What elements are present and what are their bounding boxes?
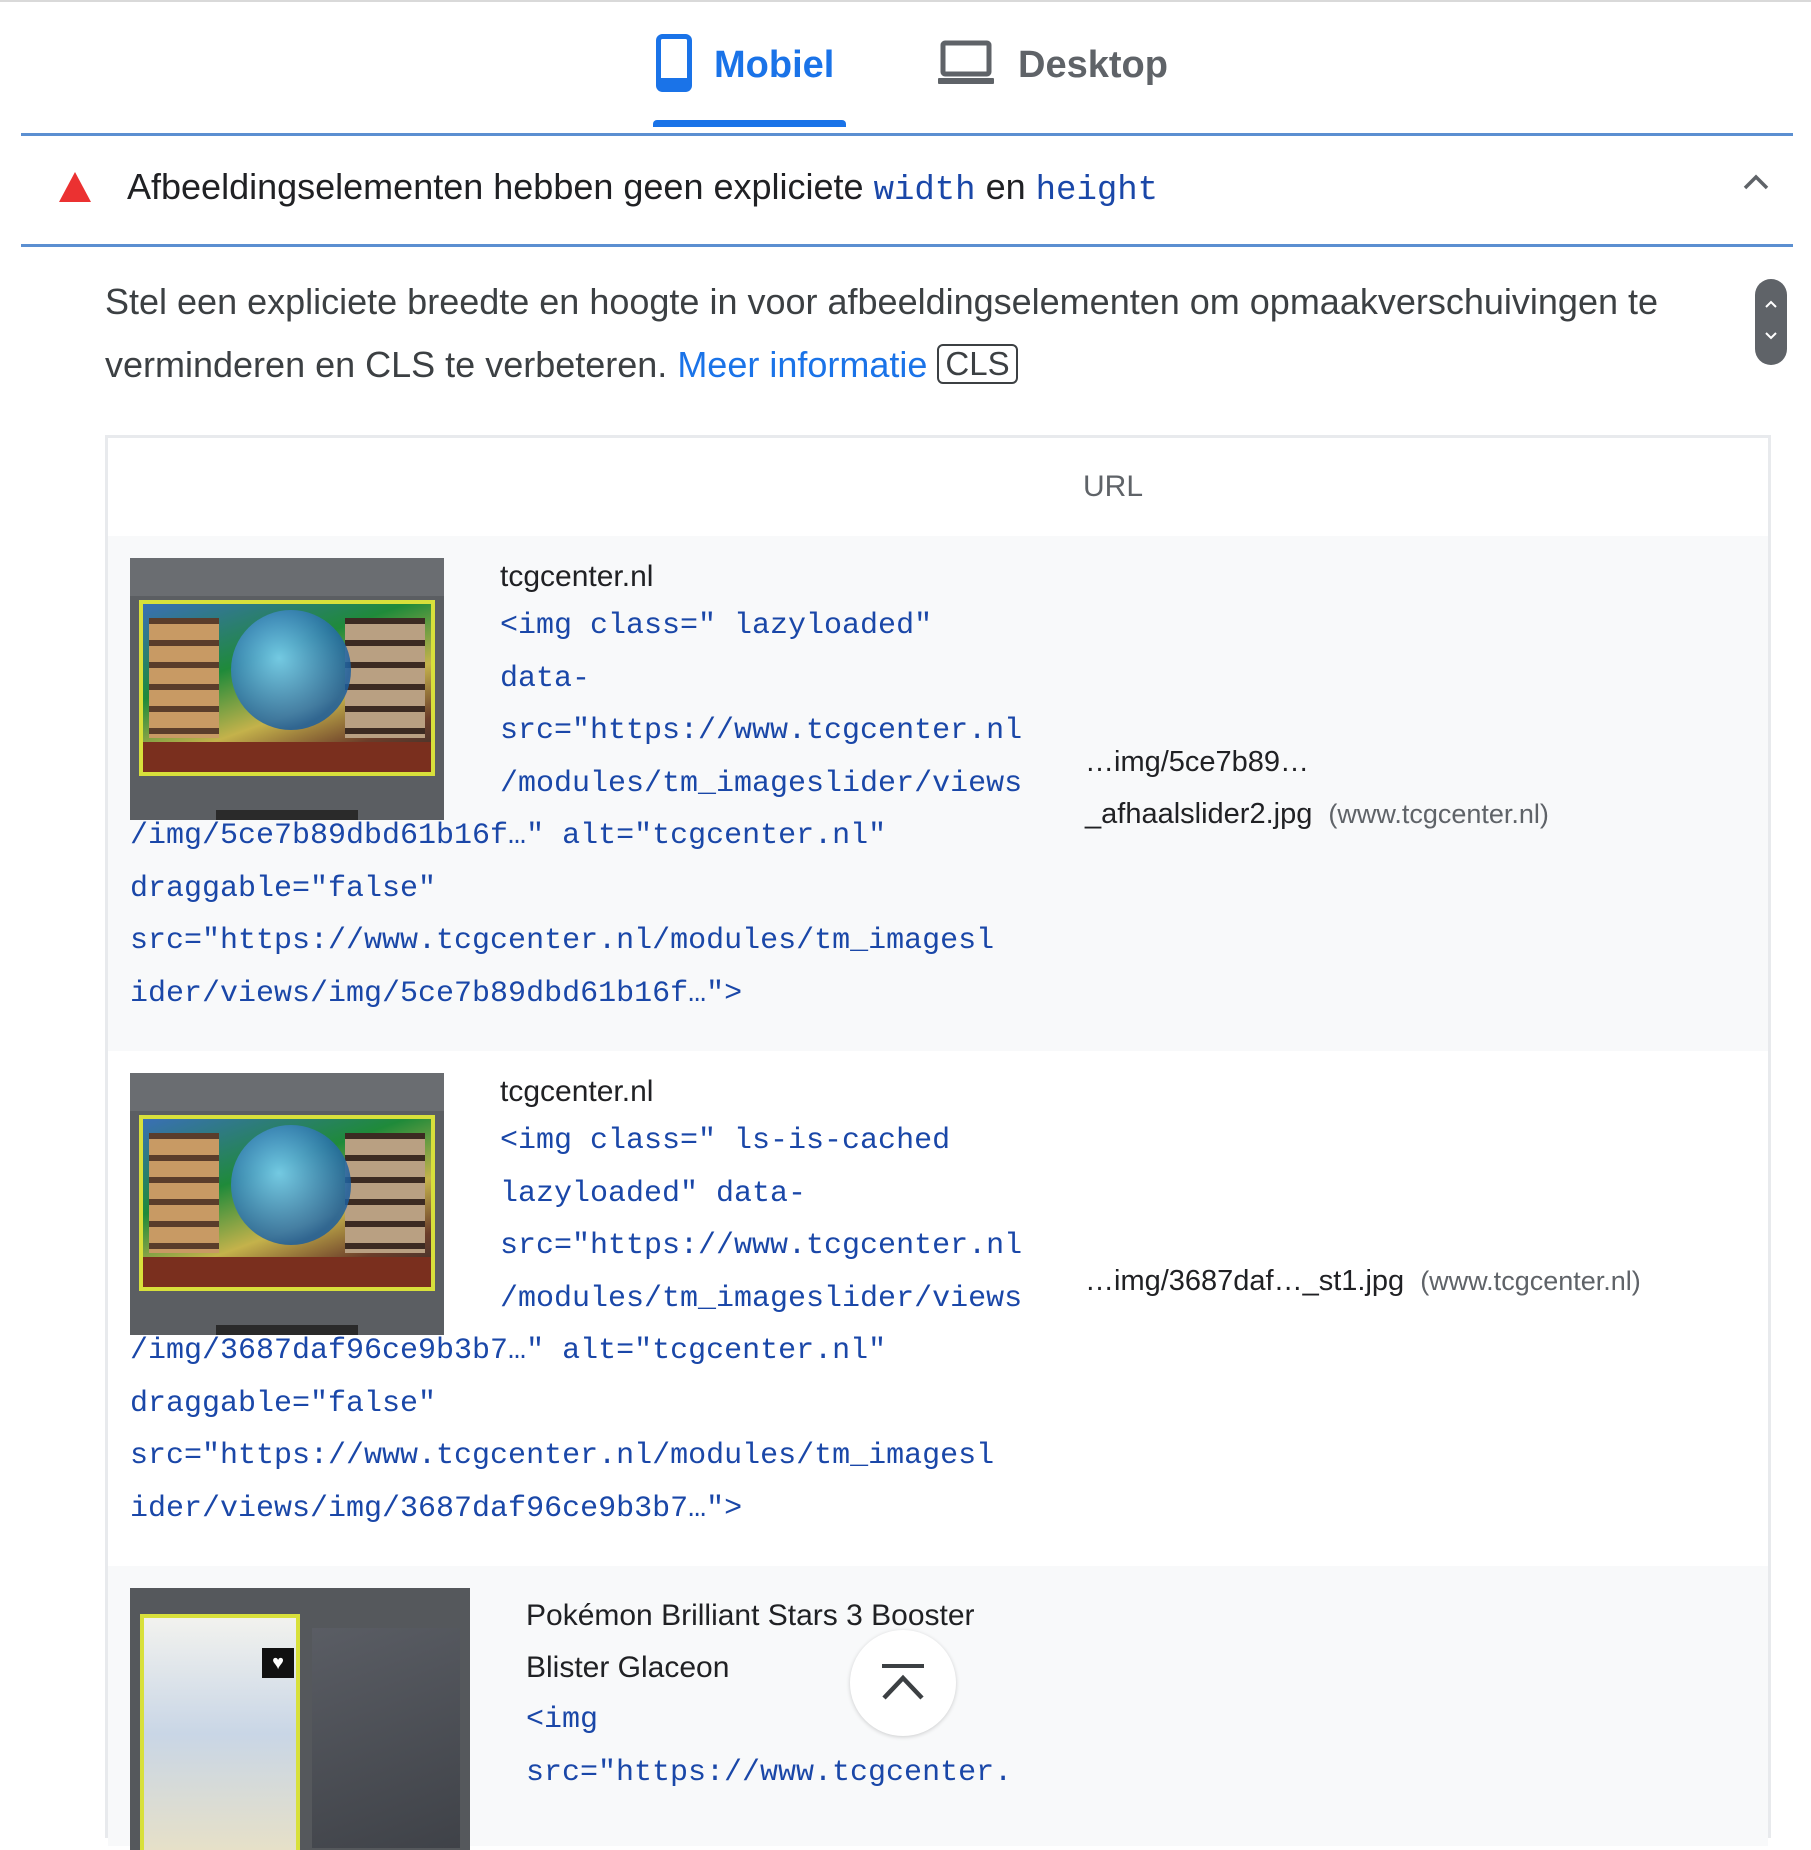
url-cell[interactable]: …img/3687daf…_st1.jpg (www.tcgcenter.nl) (1085, 1255, 1641, 1307)
tab-mobiel-label: Mobiel (714, 43, 835, 86)
audit-description: Stel een expliciete breedte en hoogte in… (105, 281, 1659, 385)
header-bottom-divider (21, 244, 1793, 247)
element-screenshot (130, 558, 444, 820)
phone-icon (656, 33, 692, 97)
top-divider (0, 0, 1811, 2)
url-text-line1: …img/5ce7b89… (1085, 746, 1310, 778)
url-cell[interactable]: …img/5ce7b89… _afhaalslider2.jpg (www.tcg… (1085, 736, 1549, 840)
code-height: height (1035, 172, 1159, 210)
scroll-handle[interactable] (1755, 279, 1787, 365)
active-tab-indicator (653, 120, 846, 127)
code-width: width (873, 172, 976, 210)
node-snippet: <img class=" ls-is-cached lazyloaded" da… (500, 1124, 1023, 1316)
chevron-up-icon[interactable] (1743, 174, 1769, 195)
audit-header[interactable]: Afbeeldingselementen hebben geen explici… (21, 136, 1793, 246)
column-header-url: URL (1083, 470, 1144, 503)
table-row: tcgcenter.nl <img class=" lazyloaded" da… (108, 536, 1768, 1051)
url-text-line2: _afhaalslider2.jpg (1085, 798, 1313, 830)
audit-title: Afbeeldingselementen hebben geen explici… (127, 166, 1159, 210)
warning-triangle-icon (59, 172, 91, 207)
tab-desktop-label: Desktop (1018, 43, 1168, 86)
url-text-line1: …img/3687daf…_st1.jpg (1085, 1265, 1405, 1297)
tab-desktop[interactable]: Desktop (938, 30, 1168, 100)
tab-mobiel[interactable]: Mobiel (656, 30, 834, 100)
results-table: URL tcgcenter.nl <img class=" lazyloaded… (105, 435, 1771, 1850)
back-to-top-button[interactable] (850, 1630, 956, 1736)
heart-icon: ♥ (262, 1648, 294, 1678)
element-screenshot: ♥ (130, 1588, 470, 1850)
cls-badge: CLS (937, 344, 1018, 384)
element-screenshot (130, 1073, 444, 1335)
url-host: (www.tcgcenter.nl) (1328, 799, 1549, 829)
url-host: (www.tcgcenter.nl) (1420, 1266, 1641, 1296)
laptop-icon (938, 40, 994, 91)
node-label: tcgcenter.nl (500, 560, 654, 593)
node-snippet-continued: /img/3687daf96ce9b3b7…" alt="tcgcenter.n… (130, 1334, 995, 1526)
table-row: tcgcenter.nl <img class=" ls-is-cached l… (108, 1051, 1768, 1566)
node-snippet-continued: /img/5ce7b89dbd61b16f…" alt="tcgcenter.n… (130, 819, 995, 1011)
node-snippet: <img class=" lazyloaded" data- src="http… (500, 609, 1023, 801)
node-label: tcgcenter.nl (500, 1075, 654, 1108)
learn-more-link[interactable]: Meer informatie (677, 344, 927, 385)
